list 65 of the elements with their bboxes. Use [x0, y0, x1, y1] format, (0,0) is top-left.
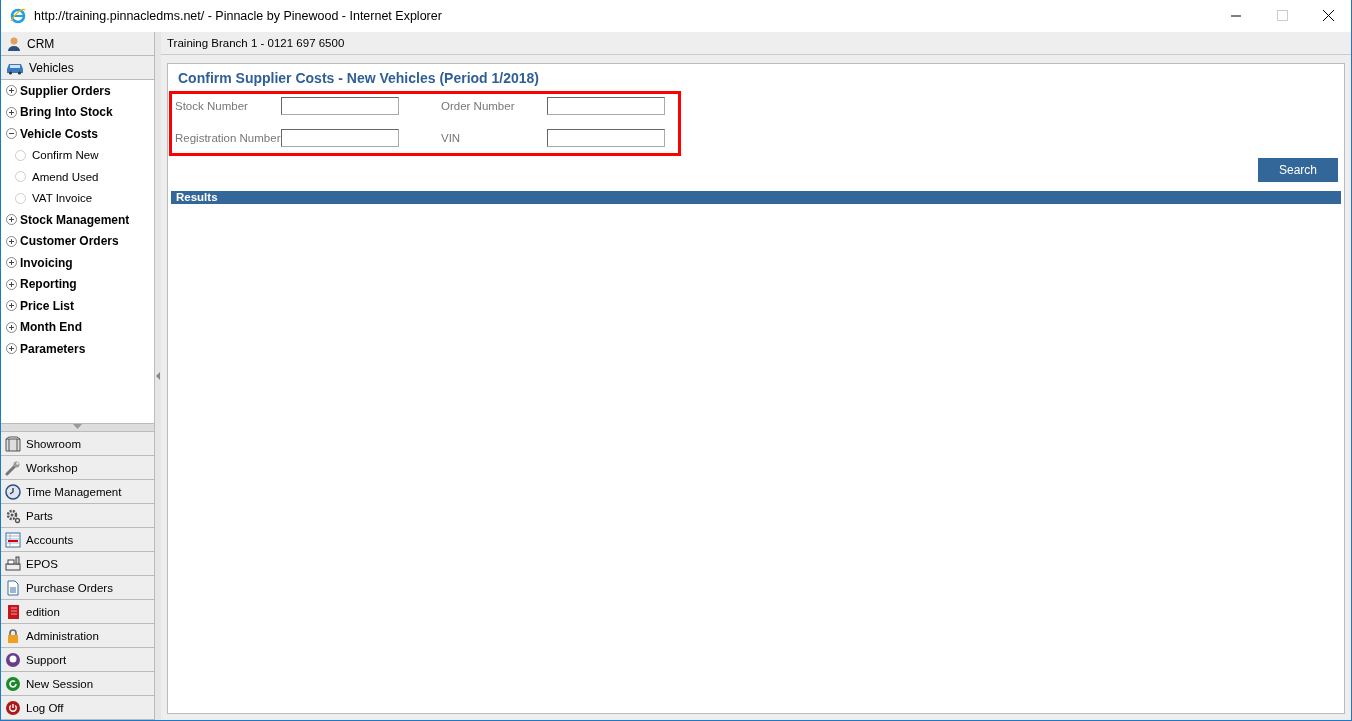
- results-header: Results: [171, 191, 1341, 204]
- module-item[interactable]: Accounts: [1, 528, 154, 552]
- tree-item[interactable]: Supplier Orders: [1, 80, 154, 102]
- plus-icon[interactable]: [6, 278, 17, 290]
- module-item[interactable]: Showroom: [1, 432, 154, 456]
- circle-icon: [15, 192, 26, 204]
- field-label: Stock Number: [175, 100, 249, 112]
- power-icon: [5, 699, 21, 716]
- book-icon: [5, 603, 21, 620]
- person-icon: [6, 35, 22, 52]
- circle-icon: [15, 149, 26, 161]
- text-field[interactable]: [547, 97, 665, 115]
- sidebar-section-tab[interactable]: CRM: [1, 32, 154, 56]
- padlock-icon: [5, 627, 21, 644]
- plus-icon[interactable]: [6, 343, 17, 355]
- module-item[interactable]: Time Management: [1, 480, 154, 504]
- tree-item[interactable]: Bring Into Stock: [1, 101, 154, 123]
- module-item[interactable]: Parts: [1, 504, 154, 528]
- module-item[interactable]: EPOS: [1, 552, 154, 576]
- module-item[interactable]: edition: [1, 600, 154, 624]
- plus-icon[interactable]: [6, 300, 17, 312]
- text-field[interactable]: [281, 97, 399, 115]
- browser-logo-icon: [10, 8, 26, 24]
- text-field[interactable]: [281, 129, 399, 147]
- window-title: http://training.pinnacledms.net/ - Pinnacle by Pinewood - Internet Explorer: [34, 9, 442, 23]
- module-item[interactable]: Support: [1, 648, 154, 672]
- minus-icon[interactable]: [6, 128, 17, 140]
- document-icon: [5, 579, 21, 596]
- circle-icon: [15, 171, 26, 183]
- field-label: VIN: [441, 132, 462, 144]
- field-label: Order Number: [441, 100, 516, 112]
- module-item[interactable]: Purchase Orders: [1, 576, 154, 600]
- text-field[interactable]: [547, 129, 665, 147]
- plus-icon[interactable]: [6, 214, 17, 226]
- tree-item[interactable]: Vehicle Costs: [1, 123, 154, 145]
- refresh-icon: [5, 675, 21, 692]
- cash-register-icon: [5, 555, 21, 572]
- module-item[interactable]: Workshop: [1, 456, 154, 480]
- tree-item[interactable]: Month End: [1, 316, 154, 338]
- tree-item[interactable]: Reporting: [1, 273, 154, 295]
- gear-icon: [5, 507, 21, 524]
- plus-icon[interactable]: [6, 106, 17, 118]
- plus-icon[interactable]: [6, 257, 17, 269]
- tree-item[interactable]: Parameters: [1, 338, 154, 360]
- tree-item[interactable]: Stock Management: [1, 209, 154, 231]
- ledger-icon: [5, 531, 21, 548]
- sidebar-section-tab[interactable]: Vehicles: [1, 56, 154, 80]
- tree-item[interactable]: Amend Used: [1, 166, 154, 188]
- plus-icon[interactable]: [6, 321, 17, 333]
- tree-item[interactable]: VAT Invoice: [1, 187, 154, 209]
- field-label: Registration Number: [175, 132, 281, 144]
- tree-item[interactable]: Price List: [1, 295, 154, 317]
- module-item[interactable]: Administration: [1, 624, 154, 648]
- page-title: Confirm Supplier Costs - New Vehicles (Period 1/2018): [178, 70, 540, 86]
- tree-item[interactable]: Invoicing: [1, 252, 154, 274]
- search-button[interactable]: Search: [1258, 158, 1338, 182]
- wrench-icon: [5, 459, 21, 476]
- clock-icon: [5, 483, 21, 500]
- module-item[interactable]: New Session: [1, 672, 154, 696]
- tree-item[interactable]: Customer Orders: [1, 230, 154, 252]
- building-icon: [5, 435, 21, 452]
- plus-icon[interactable]: [6, 235, 17, 247]
- tree-item[interactable]: Confirm New: [1, 144, 154, 166]
- plus-icon[interactable]: [6, 85, 17, 97]
- module-item[interactable]: Log Off: [1, 696, 154, 720]
